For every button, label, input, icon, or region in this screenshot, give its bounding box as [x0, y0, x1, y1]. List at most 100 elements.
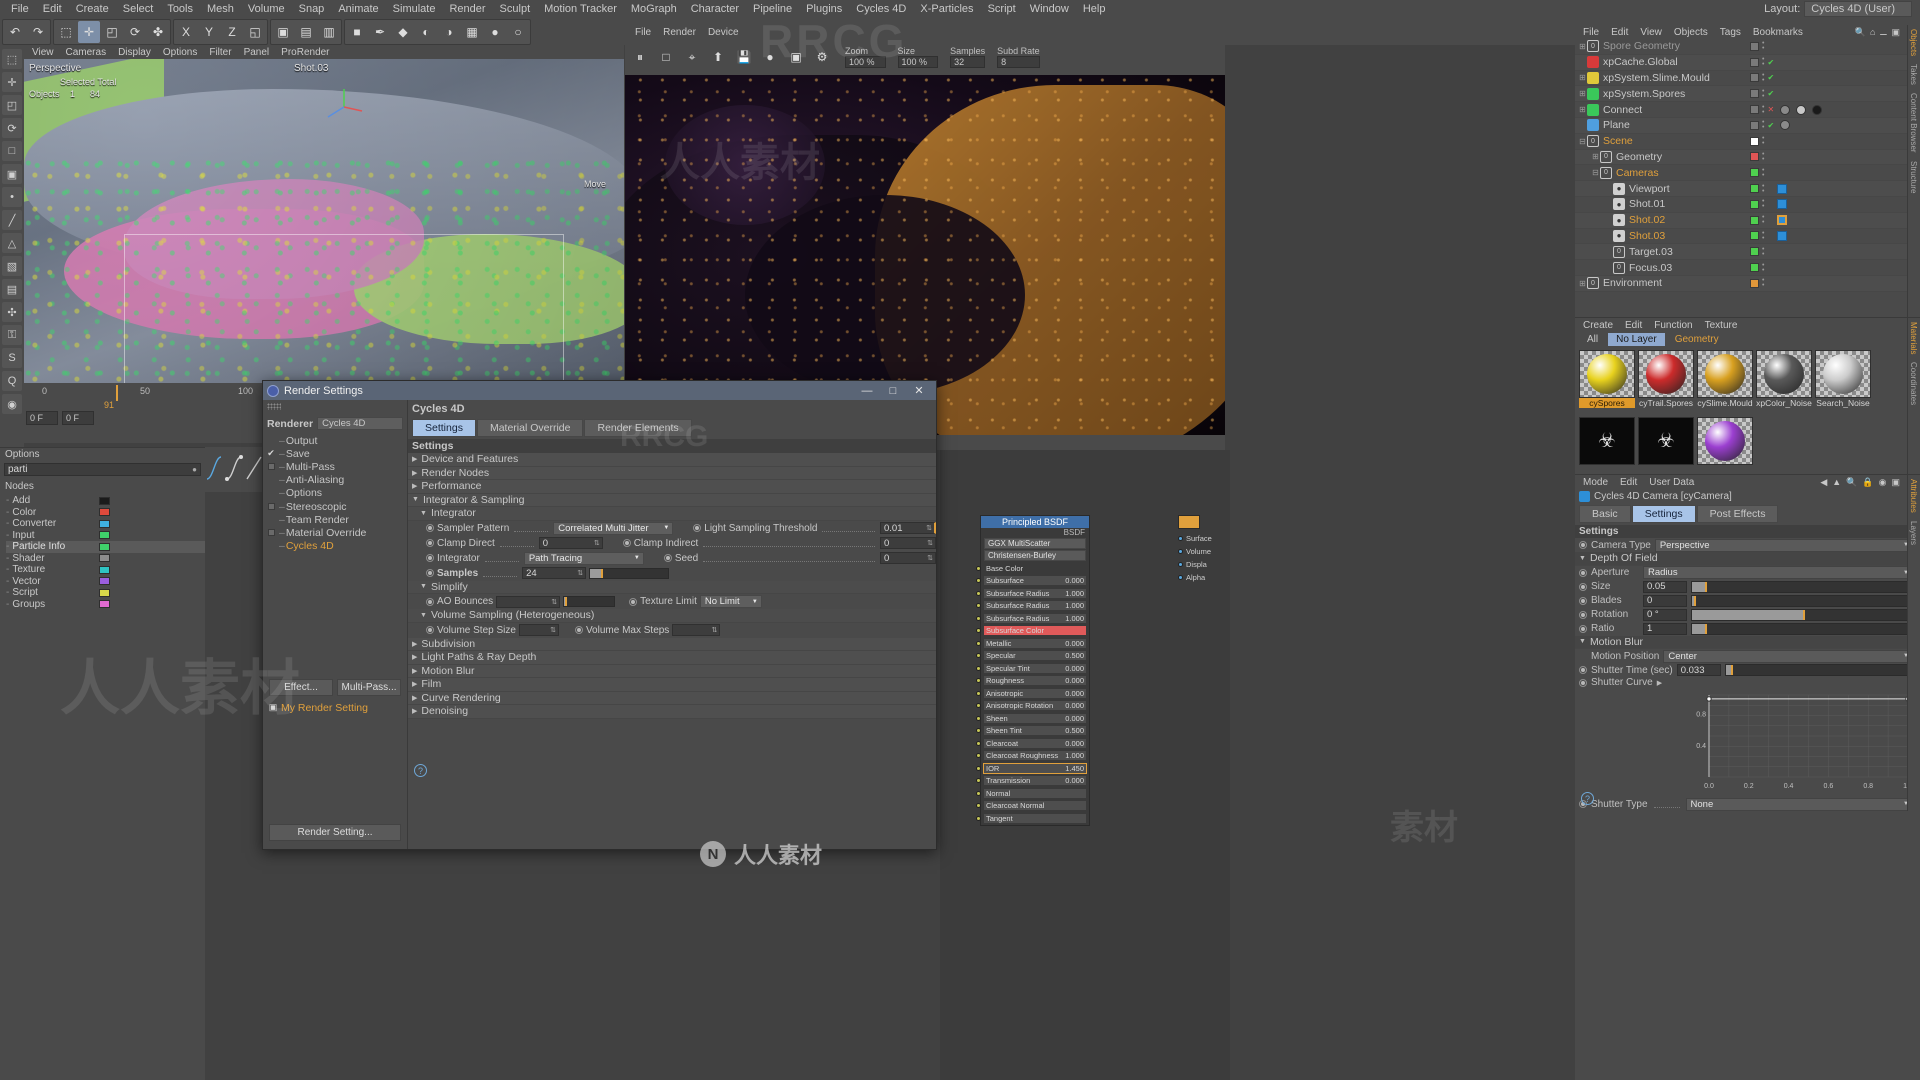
- object-tag-column[interactable]: • •: [1750, 167, 1764, 179]
- integrator-row[interactable]: Samples 24 ⇅: [408, 566, 936, 581]
- render-settings-content[interactable]: Cycles 4D Settings Material Override Rende…: [408, 400, 936, 849]
- port-socket[interactable]: [976, 803, 981, 809]
- polygon-mode-icon[interactable]: △: [2, 233, 22, 253]
- port-socket[interactable]: [976, 778, 981, 784]
- fold-integrator-sampling[interactable]: ▼ Integrator & Sampling: [408, 493, 936, 507]
- menu-item-render[interactable]: Render: [442, 0, 492, 18]
- ao-bounces-field[interactable]: ⇅: [496, 595, 561, 608]
- attr-tab-basic[interactable]: Basic: [1579, 505, 1631, 523]
- port-value[interactable]: 0.000: [1065, 689, 1084, 698]
- visibility-dots[interactable]: • •: [1762, 230, 1764, 242]
- dof-row[interactable]: Blades 0: [1575, 594, 1920, 608]
- clear-search-icon[interactable]: ●: [192, 465, 197, 474]
- mm-menu-edit[interactable]: Edit: [1619, 320, 1648, 331]
- distribution-combo[interactable]: GGX MultiScatter: [984, 538, 1086, 549]
- axis-icon[interactable]: ✤: [147, 21, 169, 43]
- node-port-row[interactable]: Tangent: [976, 812, 1089, 825]
- move-tool-icon[interactable]: ✛: [2, 72, 22, 92]
- node-list-item[interactable]: - Groups: [6, 599, 205, 611]
- shutter-type-row[interactable]: Shutter Type None: [1575, 797, 1920, 811]
- render-settings-list[interactable]: – Output ✔ – Save – Multi-Pass – Anti-Aliasing – O…: [263, 434, 407, 553]
- lock-axis-icon[interactable]: ⚿: [2, 325, 22, 345]
- side-tab-layers[interactable]: Layers: [1908, 517, 1919, 549]
- menu-item-snap[interactable]: Snap: [292, 0, 332, 18]
- om-menu-file[interactable]: File: [1577, 27, 1605, 38]
- object-mode-icon[interactable]: ▣: [2, 164, 22, 184]
- port-value[interactable]: 0.000: [1065, 576, 1084, 585]
- texture-limit-combo[interactable]: No Limit: [699, 595, 762, 608]
- fold-device-and-features[interactable]: ▶ Device and Features: [408, 453, 936, 467]
- picture-viewer-menubar[interactable]: File Render Device: [625, 25, 1225, 39]
- z-axis-icon[interactable]: Z: [221, 21, 243, 43]
- port-value[interactable]: 1.000: [1065, 601, 1084, 610]
- object-name[interactable]: Scene: [1603, 135, 1633, 147]
- render-settings-list-item[interactable]: – Anti-Aliasing: [263, 474, 407, 487]
- attribute-manager-side-tabs[interactable]: Attributes Layers: [1907, 475, 1920, 811]
- dof-row[interactable]: Size 0.05: [1575, 580, 1920, 594]
- object-tag-column[interactable]: • •: [1750, 198, 1788, 210]
- object-row[interactable]: ● Shot.02 • •: [1575, 212, 1920, 229]
- object-row[interactable]: 0 Target.03 • •: [1575, 244, 1920, 261]
- port-socket[interactable]: [976, 815, 981, 821]
- object-tag-column[interactable]: • • ✔: [1750, 72, 1774, 84]
- port-value[interactable]: 0.000: [1065, 676, 1084, 685]
- enabled-check[interactable]: ✔: [1767, 121, 1774, 130]
- render-tab-material-override[interactable]: Material Override: [476, 419, 584, 437]
- node-port-row[interactable]: Anisotropic 0.000: [976, 687, 1089, 700]
- texture-mode-icon[interactable]: ▧: [2, 256, 22, 276]
- port-socket[interactable]: [976, 615, 981, 621]
- menu-item-create[interactable]: Create: [69, 0, 116, 18]
- material-cell[interactable]: Search_Noise: [1815, 350, 1871, 414]
- expander-icon[interactable]: ⊞: [1578, 42, 1587, 51]
- side-tab-coordinates[interactable]: Coordinates: [1908, 358, 1919, 409]
- layout-value[interactable]: Cycles 4D (User): [1804, 1, 1912, 17]
- node-list-item[interactable]: - Input: [6, 530, 205, 542]
- frame-current-field[interactable]: 0 F: [62, 411, 95, 425]
- node-port-row[interactable]: Subsurface Radius 1.000: [976, 600, 1089, 613]
- settings-fold-list[interactable]: ▶ Device and Features ▶ Render Nodes ▶ Perfor…: [408, 453, 936, 507]
- toolbar-group-render[interactable]: ▣ ▤ ▥: [270, 18, 342, 45]
- material-cell[interactable]: [1697, 416, 1753, 471]
- node-port-row[interactable]: Clearcoat 0.000: [976, 737, 1089, 750]
- render-settings-list-item[interactable]: – Options: [263, 487, 407, 500]
- object-manager[interactable]: File Edit View Objects Tags Bookmarks 🔍 ⌂ ⚊ ▣…: [1575, 25, 1920, 317]
- move-icon[interactable]: ✛: [78, 20, 100, 43]
- visibility-dots[interactable]: • •: [1762, 135, 1764, 147]
- expand-icon[interactable]: ▣: [1891, 477, 1900, 488]
- port-socket[interactable]: [1178, 549, 1183, 554]
- render-view-icon[interactable]: ▣: [272, 21, 294, 43]
- search-icon[interactable]: 🔍: [1855, 27, 1866, 38]
- integrator-row[interactable]: Sampler Pattern Correlated Multi Jitter Li…: [408, 521, 936, 536]
- renderer-combo[interactable]: Cycles 4D: [317, 417, 403, 430]
- object-row[interactable]: Plane • • ✔: [1575, 117, 1920, 134]
- port-value[interactable]: 0.000: [1065, 776, 1084, 785]
- dof-fold[interactable]: ▼ Depth Of Field: [1575, 552, 1920, 566]
- port-socket[interactable]: [1178, 536, 1183, 541]
- visibility-dots[interactable]: • •: [1762, 262, 1764, 274]
- disabled-cross[interactable]: ✕: [1767, 105, 1774, 114]
- curve-presets-panel[interactable]: [205, 447, 265, 492]
- param-radio[interactable]: [1579, 568, 1587, 577]
- material-thumbnail[interactable]: ☣: [1579, 416, 1635, 465]
- render-settings-tabs[interactable]: Settings Material Override Render Elements: [408, 417, 936, 437]
- camera-tag-icon[interactable]: [1777, 183, 1788, 194]
- port-value[interactable]: 1.000: [1065, 751, 1084, 760]
- list-checkbox[interactable]: [263, 462, 279, 472]
- port-socket[interactable]: [976, 565, 981, 571]
- object-name[interactable]: Viewport: [1629, 183, 1670, 195]
- expand-icon[interactable]: ▣: [1891, 27, 1900, 38]
- render-settings-titlebar[interactable]: Render Settings — □ ✕: [263, 381, 936, 400]
- shutter-time-row[interactable]: Shutter Time (sec) 0.033: [1575, 663, 1920, 677]
- minimize-icon[interactable]: ⚊: [1879, 27, 1887, 38]
- material-thumbnail[interactable]: [1756, 350, 1812, 398]
- node-port-row[interactable]: Subsurface Radius 1.000: [976, 587, 1089, 600]
- fold-performance[interactable]: ▶ Performance: [408, 480, 936, 494]
- visibility-dot[interactable]: [1750, 136, 1759, 146]
- param-radio[interactable]: [426, 539, 434, 547]
- render-settings-list-item[interactable]: – Team Render: [263, 513, 407, 526]
- camera-icon[interactable]: ●: [484, 21, 506, 43]
- fold-light-paths-ray-depth[interactable]: ▶ Light Paths & Ray Depth: [408, 651, 936, 665]
- param-field[interactable]: 0.01 ⇅: [880, 522, 936, 534]
- param-slider[interactable]: [1691, 580, 1914, 593]
- fold-denoising[interactable]: ▶ Denoising: [408, 705, 936, 719]
